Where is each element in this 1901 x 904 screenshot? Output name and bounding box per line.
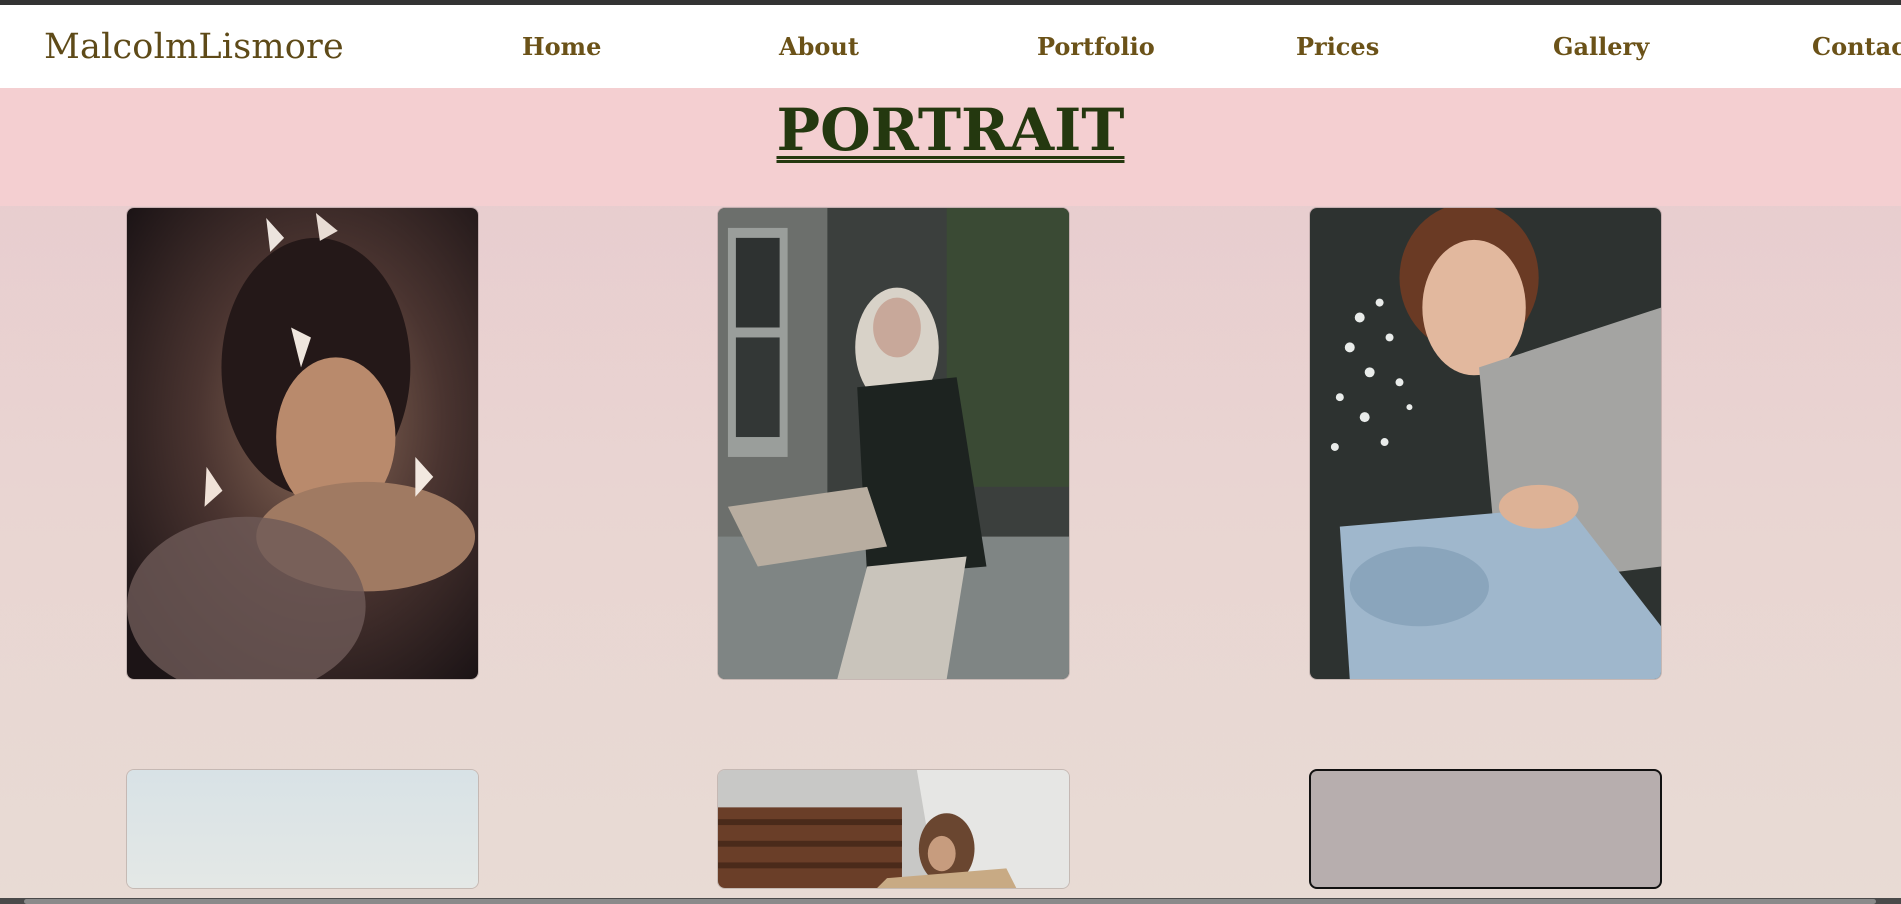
page-title: PORTRAIT xyxy=(776,96,1125,164)
gallery-card-4[interactable] xyxy=(126,769,479,889)
gallery-card-3[interactable] xyxy=(1309,207,1662,680)
gallery-card-1[interactable] xyxy=(126,207,479,680)
nav-contact[interactable]: Contact xyxy=(1812,32,1901,61)
portrait-photo-flowers[interactable] xyxy=(1310,208,1661,679)
portrait-photo-sky[interactable] xyxy=(127,770,478,888)
portrait-photo-butterflies[interactable] xyxy=(127,208,478,679)
portrait-photo-plaid-shirt[interactable] xyxy=(718,208,1069,679)
brand-logo[interactable]: MalcolmLismore xyxy=(44,27,344,67)
nav-prices[interactable]: Prices xyxy=(1296,32,1379,61)
nav-home[interactable]: Home xyxy=(522,32,601,61)
nav-gallery[interactable]: Gallery xyxy=(1553,32,1649,61)
nav-portfolio[interactable]: Portfolio xyxy=(1037,32,1155,61)
scrollbar-thumb[interactable] xyxy=(24,899,1876,904)
navbar: MalcolmLismore Home About Portfolio Pric… xyxy=(0,5,1901,88)
hero-banner: PORTRAIT xyxy=(0,88,1901,206)
gallery-card-6-placeholder[interactable] xyxy=(1309,769,1662,889)
portrait-photo-wooden-house[interactable] xyxy=(718,770,1069,888)
nav-about[interactable]: About xyxy=(779,32,859,61)
gallery-card-2[interactable] xyxy=(717,207,1070,680)
gallery-card-5[interactable] xyxy=(717,769,1070,889)
